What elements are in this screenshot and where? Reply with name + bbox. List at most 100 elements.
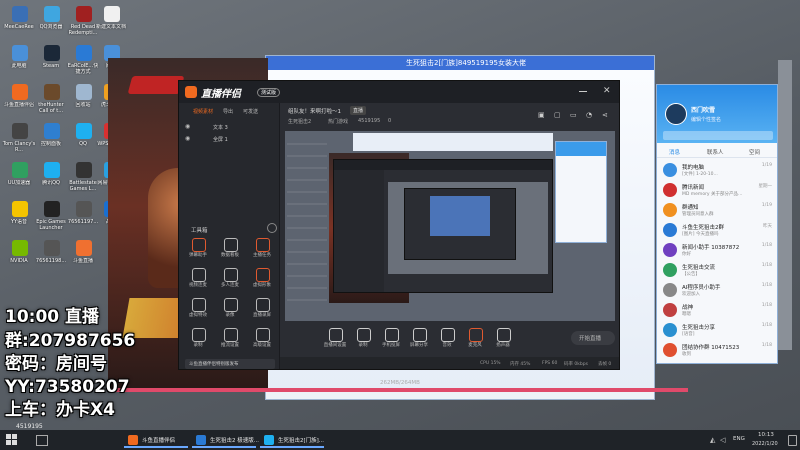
tool-item[interactable]: 直播录屏: [247, 298, 277, 324]
right-window-edge[interactable]: [778, 60, 792, 350]
close-icon[interactable]: ✕: [603, 86, 613, 96]
desktop-icon-label: MeeCaeRee: [4, 24, 34, 30]
tool-item[interactable]: 虚拟特效: [183, 298, 213, 324]
desktop-icon[interactable]: 斗鱼直播伴侣: [4, 82, 34, 120]
source-name: 文本 3: [213, 125, 228, 131]
qq-chat-item[interactable]: 团结协作群 10471523 收到 1/18: [657, 339, 777, 361]
task-view-icon[interactable]: [36, 435, 48, 446]
tool-item[interactable]: 高级设置: [247, 328, 277, 354]
bottom-tool[interactable]: 屏幕分享: [404, 328, 434, 354]
qq-chat-item[interactable]: 战神 嗯嗯 1/18: [657, 299, 777, 321]
menu-item-0[interactable]: 视频素材: [193, 108, 213, 115]
qq-avatar[interactable]: [665, 103, 687, 125]
tool-item[interactable]: 主播任务: [247, 238, 277, 264]
app-icon: [76, 84, 92, 100]
bottom-tool[interactable]: 音效: [432, 328, 462, 354]
menu-item-1[interactable]: 导出: [223, 108, 233, 115]
taskbar-app-button[interactable]: 生死狙击2 极速版...: [192, 432, 259, 448]
category[interactable]: 热门游戏: [328, 118, 348, 125]
tool-item[interactable]: 多人连麦: [215, 268, 245, 294]
desktop-icon[interactable]: Steam: [36, 43, 66, 81]
preview-canvas[interactable]: [285, 131, 615, 321]
tool-item[interactable]: 推流设置: [215, 328, 245, 354]
bell-icon[interactable]: ◔: [586, 111, 592, 119]
desktop-icon[interactable]: 控制面板: [36, 121, 66, 159]
clock-time[interactable]: 10:13: [758, 432, 774, 438]
qq-window[interactable]: 西门吹雪 编辑个性签名 消息 联系人 空间 我的电脑 [文件] 1-20-10..…: [656, 84, 778, 364]
qq-chat-item[interactable]: 群通知 管理员同意入群 1/19: [657, 199, 777, 221]
tool-item[interactable]: 录制: [183, 328, 213, 354]
share-icon[interactable]: ⋖: [602, 111, 608, 119]
volume-icon[interactable]: ◁: [720, 436, 725, 444]
qq-chat-item[interactable]: 腾讯新闻 MD memory 关于部分产品... 星期一: [657, 179, 777, 201]
qq-chat-item[interactable]: AI程序员小助手 欢迎加入 1/18: [657, 279, 777, 301]
qq-chat-item[interactable]: 斗鱼生死狙击2群 [图片] 今天直播吗 昨天: [657, 219, 777, 241]
taskbar-app-button[interactable]: 斗鱼直播伴侣: [124, 432, 188, 448]
qq-search-input[interactable]: [663, 131, 773, 140]
source-row[interactable]: ◉ 全屏 1: [185, 135, 273, 145]
desktop-icon[interactable]: 此电脑: [4, 43, 34, 81]
bottom-tool[interactable]: 麦克风: [460, 328, 490, 354]
qq-tab-contacts[interactable]: 联系人: [707, 148, 724, 156]
minimize-icon[interactable]: [579, 91, 587, 92]
desktop-icon[interactable]: 腾讯QQ: [36, 160, 66, 198]
desktop-icon[interactable]: Red Dead Redempti...: [68, 4, 98, 42]
start-button[interactable]: [6, 434, 18, 446]
desktop-icon[interactable]: Epic Games Launcher: [36, 199, 66, 237]
app-title: 直播伴侣: [201, 89, 241, 100]
desktop-icon[interactable]: QQ浏览器: [36, 4, 66, 42]
desktop-icon[interactable]: 回收站: [68, 82, 98, 120]
desktop-icon[interactable]: 新建文本文档: [96, 4, 126, 42]
start-live-button[interactable]: 开始直播: [571, 331, 615, 345]
desktop-icon[interactable]: 76561198...: [36, 238, 66, 276]
chat-icon[interactable]: ▭: [570, 111, 577, 119]
qq-chat-item[interactable]: 生死狙击分享 [语音] 1/18: [657, 319, 777, 341]
bottom-tool[interactable]: 直播间设置: [320, 328, 350, 354]
tool-item[interactable]: 弹幕助手: [183, 238, 213, 264]
desktop-icon[interactable]: QQ: [68, 121, 98, 159]
qq-chat-item[interactable]: 新闻小助手 10387872 你好 1/18: [657, 239, 777, 261]
tool-item[interactable]: 视频连麦: [183, 268, 213, 294]
ad-banner[interactable]: 斗鱼直播伴侣特别版发布: [185, 359, 275, 369]
qq-tab-space[interactable]: 空间: [749, 148, 760, 156]
preview-desktop-icons: [287, 133, 327, 308]
bottom-tool-icon: [441, 328, 455, 342]
source-row[interactable]: ◉ 文本 3: [185, 123, 273, 133]
category-prefix[interactable]: 生死狙击2: [288, 118, 311, 125]
bottom-tool[interactable]: 扬声器: [488, 328, 518, 354]
bottom-tool[interactable]: 手机投屏: [376, 328, 406, 354]
desktop-icon[interactable]: theHunter Call of t...: [36, 82, 66, 120]
qq-signature[interactable]: 编辑个性签名: [691, 116, 721, 123]
qq-chat-item[interactable]: 我的电脑 [文件] 1-20-10... 1/19: [657, 159, 777, 181]
room-title[interactable]: 组队友！来啊打啦～1: [288, 107, 341, 115]
desktop-icon[interactable]: NVIDIA: [4, 238, 34, 276]
notification-icon[interactable]: [788, 435, 797, 446]
tool-item[interactable]: 数据看板: [215, 238, 245, 264]
desktop-icon[interactable]: Battlestate Games L...: [68, 160, 98, 198]
eye-icon[interactable]: ◉: [185, 123, 190, 130]
desktop-icon[interactable]: EaRCoIE...快捷方式: [68, 43, 98, 81]
tool-item[interactable]: 录像: [215, 298, 245, 324]
taskbar-app-button[interactable]: 生死狙击2[门族]...: [260, 432, 324, 448]
menu-item-2[interactable]: 可发送: [243, 108, 258, 115]
eye-icon[interactable]: ◉: [185, 135, 190, 142]
tool-item[interactable]: 虚拟形象: [247, 268, 277, 294]
input-language[interactable]: ENG: [733, 436, 745, 442]
gift-icon[interactable]: ▣: [538, 111, 545, 119]
desktop-icon[interactable]: 斗鱼直播: [68, 238, 98, 276]
desktop-icon[interactable]: YY语音: [4, 199, 34, 237]
desktop-icon[interactable]: 76561197...: [68, 199, 98, 237]
desktop-icon[interactable]: Tom Clancy's R...: [3, 121, 35, 159]
lock-icon[interactable]: ▢: [554, 111, 561, 119]
qq-tab-messages[interactable]: 消息: [669, 148, 680, 156]
clock-date[interactable]: 2022/1/20: [752, 441, 778, 447]
app-titlebar[interactable]: 直播伴侣 测试版 ✕: [179, 81, 619, 103]
app-icon: [104, 6, 120, 22]
desktop-icon[interactable]: MeeCaeRee: [4, 4, 34, 42]
stream-app-window[interactable]: 直播伴侣 测试版 ✕ 视频素材 导出 可发送 ◉ 文本 3 ◉ 全屏 1 工具箱…: [178, 80, 620, 370]
toolbox-collapse-icon[interactable]: [267, 223, 277, 233]
bottom-tool[interactable]: 录制: [348, 328, 378, 354]
network-icon[interactable]: ◭: [710, 436, 715, 444]
qq-chat-item[interactable]: 生死狙击交流 【公告】 1/18: [657, 259, 777, 281]
desktop-icon[interactable]: UU加速器: [4, 160, 34, 198]
